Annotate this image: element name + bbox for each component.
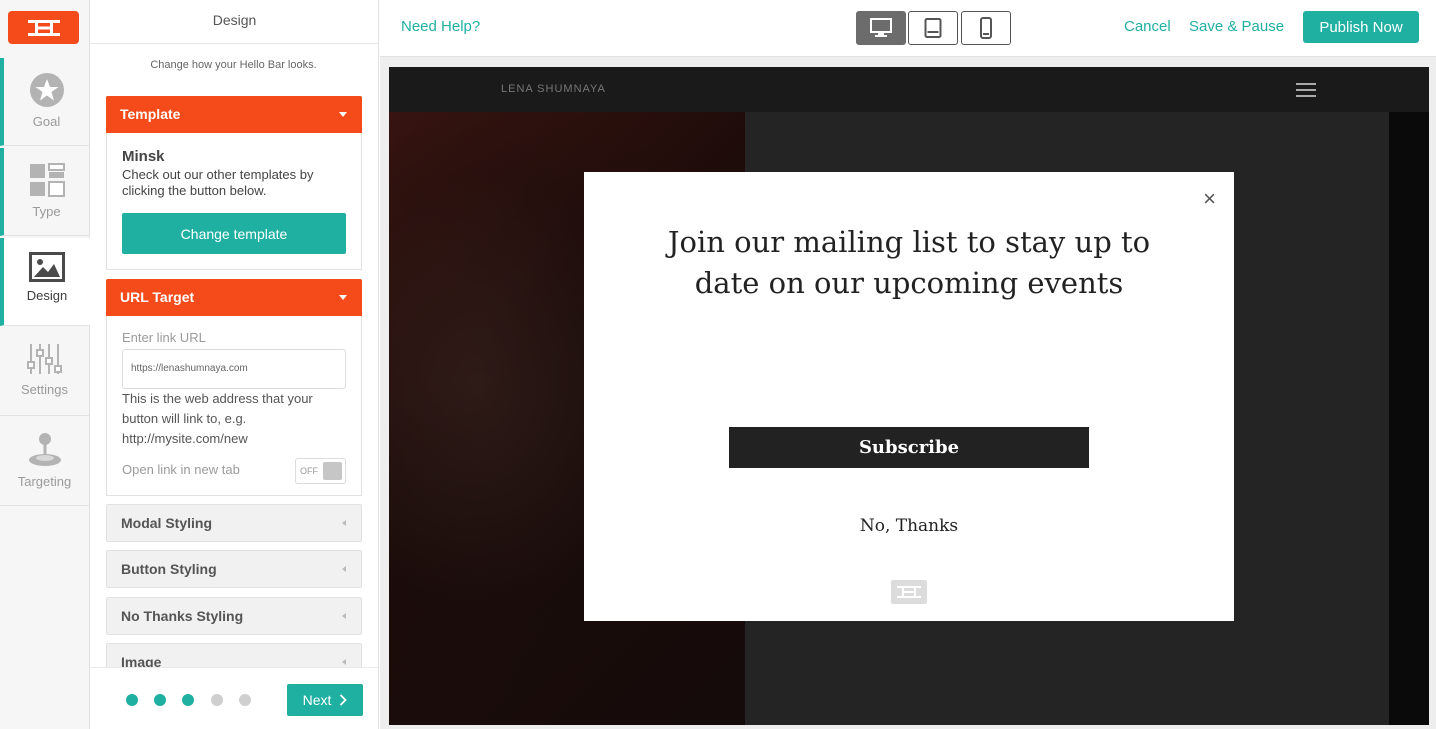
- next-button[interactable]: Next: [287, 684, 363, 716]
- rail-item-type[interactable]: Type: [0, 148, 89, 236]
- change-template-button[interactable]: Change template: [122, 213, 346, 254]
- sliders-icon: [26, 344, 62, 374]
- image-icon: [29, 252, 65, 282]
- preview-area: LENA SHUMNAYA × Join our mailing list to…: [380, 57, 1436, 729]
- hamburger-menu-icon[interactable]: [1296, 83, 1316, 97]
- section-title: Modal Styling: [121, 515, 212, 531]
- rail-item-targeting[interactable]: Targeting: [0, 418, 89, 506]
- progress-dot: [211, 694, 223, 706]
- caret-left-icon: [342, 659, 346, 665]
- rail-label-design: Design: [26, 288, 68, 303]
- site-name: LENA SHUMNAYA: [501, 83, 606, 95]
- tablet-view-button[interactable]: [908, 11, 958, 45]
- layout-icon: [29, 163, 65, 197]
- template-description: Check out our other templates by clickin…: [122, 167, 314, 198]
- section-title: No Thanks Styling: [121, 608, 244, 624]
- progress-dot: [182, 694, 194, 706]
- caret-left-icon: [342, 520, 346, 526]
- rail-label-type: Type: [32, 204, 61, 219]
- caret-left-icon: [342, 566, 346, 572]
- rail-label-settings: Settings: [21, 382, 68, 397]
- progress-dot: [126, 694, 138, 706]
- caret-left-icon: [342, 613, 346, 619]
- hellobar-logo[interactable]: [8, 11, 79, 44]
- new-tab-toggle[interactable]: OFF: [295, 458, 346, 484]
- site-header: LENA SHUMNAYA: [389, 67, 1429, 112]
- modal-styling-section[interactable]: Modal Styling: [106, 504, 362, 542]
- url-target-section-body: Enter link URL https://lenashumnaya.com …: [106, 316, 362, 496]
- design-panel: Design Change how your Hello Bar looks. …: [90, 0, 379, 729]
- panel-title: Design: [212, 12, 257, 28]
- panel-footer: Next: [90, 667, 378, 729]
- no-thanks-link[interactable]: No, Thanks: [584, 516, 1234, 536]
- rail-label-goal: Goal: [32, 114, 61, 129]
- hellobar-badge-icon[interactable]: [891, 580, 927, 604]
- url-help-text: This is the web address that your button…: [122, 391, 313, 446]
- template-section-header[interactable]: Template: [106, 96, 362, 133]
- toggle-knob: [323, 462, 342, 480]
- rail-item-design[interactable]: Design: [0, 238, 90, 326]
- save-pause-link[interactable]: Save & Pause: [1189, 18, 1284, 35]
- publish-now-button[interactable]: Publish Now: [1303, 11, 1419, 43]
- toggle-state-label: OFF: [300, 466, 318, 476]
- modal-headline: Join our mailing list to stay up to date…: [667, 225, 1151, 300]
- mobile-icon: [980, 17, 992, 39]
- template-name: Minsk: [122, 148, 165, 165]
- url-field-label: Enter link URL: [122, 330, 206, 345]
- caret-down-icon: [339, 295, 347, 300]
- url-target-section-header[interactable]: URL Target: [106, 279, 362, 316]
- desktop-icon: [870, 18, 892, 37]
- rail-item-settings[interactable]: Settings: [0, 328, 89, 416]
- hellobar-modal: × Join our mailing list to stay up to da…: [584, 172, 1234, 621]
- template-section-body: Minsk Check out our other templates by c…: [106, 133, 362, 270]
- panel-subtitle: Change how your Hello Bar looks.: [150, 59, 317, 71]
- url-input[interactable]: https://lenashumnaya.com: [122, 349, 346, 389]
- top-bar: Need Help? Cancel Save & Pause Publish N…: [380, 0, 1436, 57]
- background-strip: [1389, 112, 1429, 725]
- tablet-icon: [924, 18, 942, 38]
- template-section-title: Template: [120, 106, 181, 122]
- rail-item-goal[interactable]: Goal: [0, 58, 89, 146]
- progress-dot: [154, 694, 166, 706]
- panel-divider: [90, 43, 378, 44]
- section-title: Button Styling: [121, 561, 217, 577]
- site-preview: LENA SHUMNAYA × Join our mailing list to…: [389, 67, 1429, 725]
- desktop-view-button[interactable]: [856, 11, 906, 45]
- hellobar-logo-icon: [897, 586, 921, 598]
- joystick-icon: [28, 433, 61, 466]
- chevron-right-icon: [340, 694, 348, 706]
- no-thanks-styling-section[interactable]: No Thanks Styling: [106, 597, 362, 635]
- progress-dot: [239, 694, 251, 706]
- close-icon[interactable]: ×: [1203, 186, 1216, 212]
- subscribe-button[interactable]: Subscribe: [729, 427, 1089, 468]
- url-target-section-title: URL Target: [120, 289, 195, 305]
- editor-app: Goal Type Design Settings Targeting Desi…: [0, 0, 1436, 729]
- hellobar-logo-icon: [27, 19, 60, 36]
- caret-down-icon: [339, 112, 347, 117]
- need-help-link[interactable]: Need Help?: [401, 18, 480, 35]
- next-button-label: Next: [302, 692, 332, 708]
- cancel-link[interactable]: Cancel: [1124, 18, 1171, 35]
- rail-label-targeting: Targeting: [17, 474, 72, 489]
- button-styling-section[interactable]: Button Styling: [106, 550, 362, 588]
- mobile-view-button[interactable]: [961, 11, 1011, 45]
- step-nav-rail: Goal Type Design Settings Targeting: [0, 0, 90, 729]
- star-icon: [29, 73, 64, 107]
- new-tab-label: Open link in new tab: [122, 462, 240, 477]
